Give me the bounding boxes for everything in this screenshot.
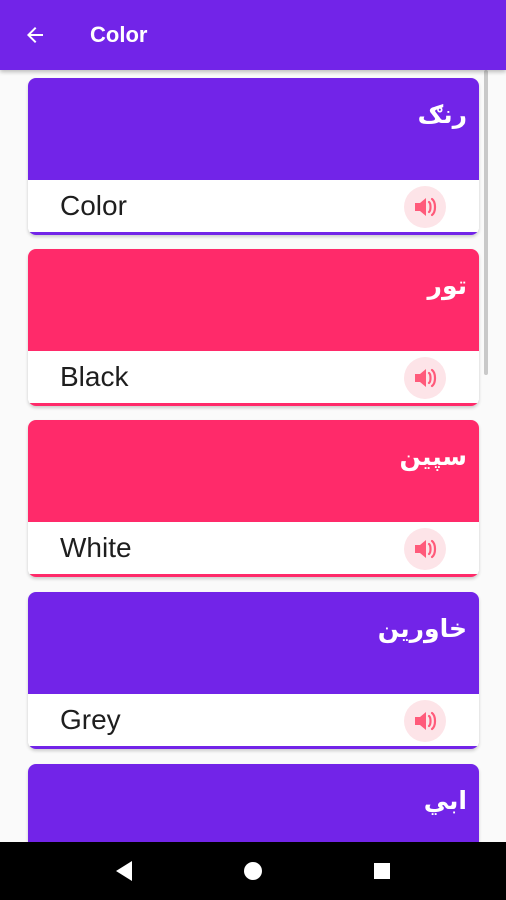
card-header: خاورين [28, 592, 479, 694]
card-header: ابي [28, 764, 479, 842]
nav-recents-button[interactable] [362, 851, 402, 891]
back-button[interactable] [15, 15, 55, 55]
card-header: سپین [28, 420, 479, 522]
card-header: رنګ [28, 78, 479, 180]
english-word: Black [60, 361, 129, 392]
native-word: ابي [423, 786, 467, 815]
speaker-icon [415, 539, 437, 559]
card-underline [28, 746, 479, 749]
card-footer: Black [28, 351, 479, 403]
card-underline [28, 232, 479, 235]
nav-home-button[interactable] [233, 851, 273, 891]
native-word: سپین [399, 442, 468, 471]
card-footer: Color [28, 180, 479, 232]
card-footer: Grey [28, 694, 479, 746]
native-word: تور [427, 271, 467, 300]
speaker-icon [415, 711, 437, 731]
word-card[interactable]: ابي [28, 764, 479, 842]
card-header: تور [28, 249, 479, 351]
card-underline [28, 403, 479, 406]
page-title: Color [90, 22, 148, 47]
english-word: Color [60, 190, 127, 221]
english-word: Grey [60, 704, 121, 735]
english-word: White [60, 532, 132, 563]
speaker-icon [415, 197, 437, 217]
speaker-icon [415, 368, 437, 388]
app-bar: Color [0, 0, 506, 70]
circle-home-icon [243, 862, 262, 880]
arrow-left-icon [27, 27, 43, 43]
native-word: خاورين [377, 614, 467, 643]
scrollbar[interactable] [484, 70, 488, 375]
speaker-button[interactable] [404, 186, 446, 228]
word-card[interactable]: تور Black [28, 249, 479, 406]
triangle-back-icon [116, 861, 133, 881]
square-recents-icon [373, 863, 390, 879]
word-card[interactable]: خاورين Grey [28, 592, 479, 749]
word-card[interactable]: رنګ Color [28, 78, 479, 235]
card-footer: White [28, 522, 479, 574]
system-nav-bar [0, 842, 506, 900]
card-list[interactable]: رنګ Color تور Black سپین White خاورين Gr… [0, 70, 506, 842]
word-card[interactable]: سپین White [28, 420, 479, 577]
speaker-button[interactable] [404, 528, 446, 570]
speaker-button[interactable] [404, 700, 446, 742]
card-underline [28, 574, 479, 577]
native-word: رنګ [417, 100, 467, 129]
speaker-button[interactable] [404, 357, 446, 399]
nav-back-button[interactable] [104, 851, 144, 891]
